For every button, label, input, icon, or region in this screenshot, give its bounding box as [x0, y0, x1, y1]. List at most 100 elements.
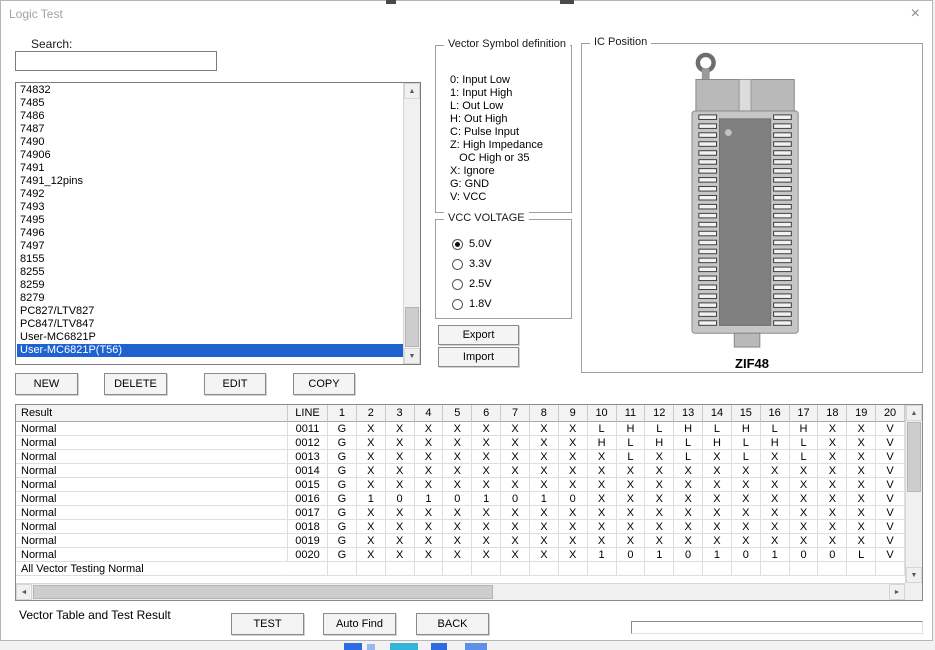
pin-cell[interactable]: X — [386, 464, 415, 478]
pin-cell[interactable]: L — [732, 450, 761, 464]
line-cell[interactable]: 0013 — [288, 450, 328, 464]
pin-cell[interactable]: V — [876, 520, 905, 534]
scroll-down-icon[interactable]: ▼ — [404, 348, 420, 364]
pin-cell[interactable]: X — [443, 478, 472, 492]
pin-cell[interactable]: X — [818, 436, 847, 450]
pin-cell[interactable]: X — [386, 506, 415, 520]
pin-cell[interactable]: V — [876, 436, 905, 450]
pin-cell[interactable]: X — [818, 478, 847, 492]
pin-cell[interactable]: G — [328, 422, 357, 436]
table-hscrollbar[interactable]: ◄ ► — [16, 583, 905, 600]
scroll-thumb[interactable] — [405, 307, 419, 347]
auto-find-button[interactable]: Auto Find — [323, 613, 396, 635]
pin-cell[interactable]: G — [328, 534, 357, 548]
delete-button[interactable]: DELETE — [104, 373, 167, 395]
pin-cell[interactable]: L — [617, 436, 646, 450]
result-cell[interactable]: Normal — [16, 450, 288, 464]
pin-cell[interactable]: X — [732, 478, 761, 492]
pin-cell[interactable]: X — [818, 492, 847, 506]
pin-cell[interactable]: X — [674, 534, 703, 548]
pin-cell[interactable]: G — [328, 478, 357, 492]
pin-cell[interactable]: 0 — [559, 492, 588, 506]
pin-cell[interactable]: X — [674, 520, 703, 534]
pin-cell[interactable]: 1 — [588, 548, 617, 562]
pin-cell[interactable]: X — [501, 534, 530, 548]
pin-cell[interactable]: L — [674, 436, 703, 450]
pin-cell[interactable]: X — [415, 450, 444, 464]
list-item[interactable]: 7495 — [17, 214, 403, 227]
pin-cell[interactable]: X — [472, 520, 501, 534]
result-cell[interactable]: Normal — [16, 506, 288, 520]
pin-cell[interactable]: X — [472, 506, 501, 520]
list-item[interactable]: 74832 — [17, 84, 403, 97]
pin-cell[interactable]: X — [703, 492, 732, 506]
list-item[interactable]: 8279 — [17, 292, 403, 305]
list-item[interactable]: 8259 — [17, 279, 403, 292]
pin-cell[interactable]: X — [415, 478, 444, 492]
list-item[interactable]: 8155 — [17, 253, 403, 266]
line-cell[interactable]: 0020 — [288, 548, 328, 562]
pin-cell[interactable]: X — [501, 506, 530, 520]
close-icon[interactable]: × — [911, 5, 920, 23]
result-cell[interactable]: Normal — [16, 478, 288, 492]
list-item[interactable]: 7496 — [17, 227, 403, 240]
pin-cell[interactable]: X — [617, 520, 646, 534]
pin-cell[interactable]: X — [415, 422, 444, 436]
pin-cell[interactable]: 0 — [818, 548, 847, 562]
pin-cell[interactable]: L — [790, 450, 819, 464]
pin-cell[interactable]: X — [732, 492, 761, 506]
pin-cell[interactable]: X — [530, 450, 559, 464]
pin-cell[interactable]: X — [357, 520, 386, 534]
pin-cell[interactable]: X — [530, 548, 559, 562]
pin-cell[interactable]: X — [472, 436, 501, 450]
pin-cell[interactable]: X — [847, 478, 876, 492]
radio-icon[interactable] — [452, 259, 463, 270]
pin-cell[interactable]: X — [818, 422, 847, 436]
line-cell[interactable]: 0018 — [288, 520, 328, 534]
pin-cell[interactable]: X — [443, 450, 472, 464]
pin-cell[interactable]: X — [645, 464, 674, 478]
pin-cell[interactable]: X — [645, 534, 674, 548]
pin-cell[interactable]: X — [415, 464, 444, 478]
pin-cell[interactable]: H — [761, 436, 790, 450]
pin-cell[interactable]: G — [328, 450, 357, 464]
pin-cell[interactable]: X — [645, 506, 674, 520]
list-item[interactable]: 7491_12pins — [17, 175, 403, 188]
pin-cell[interactable]: X — [588, 478, 617, 492]
pin-cell[interactable]: X — [501, 478, 530, 492]
pin-cell[interactable]: X — [818, 506, 847, 520]
scroll-thumb[interactable] — [907, 422, 921, 492]
pin-cell[interactable]: X — [501, 520, 530, 534]
list-item[interactable]: 7491 — [17, 162, 403, 175]
pin-cell[interactable]: H — [588, 436, 617, 450]
import-button[interactable]: Import — [438, 347, 519, 367]
list-item[interactable]: 7497 — [17, 240, 403, 253]
pin-cell[interactable]: X — [472, 422, 501, 436]
pin-cell[interactable]: X — [818, 534, 847, 548]
list-item[interactable]: 7487 — [17, 123, 403, 136]
pin-cell[interactable]: X — [703, 450, 732, 464]
pin-cell[interactable]: 1 — [530, 492, 559, 506]
pin-cell[interactable]: V — [876, 478, 905, 492]
result-cell[interactable]: Normal — [16, 436, 288, 450]
scroll-left-icon[interactable]: ◄ — [16, 584, 32, 600]
pin-cell[interactable]: X — [588, 506, 617, 520]
pin-cell[interactable]: X — [847, 506, 876, 520]
ic-listbox[interactable]: 7483274857486748774907490674917491_12pin… — [15, 82, 421, 365]
pin-cell[interactable]: 1 — [703, 548, 732, 562]
pin-cell[interactable]: X — [386, 520, 415, 534]
pin-cell[interactable]: X — [357, 534, 386, 548]
scroll-down-icon[interactable]: ▼ — [906, 567, 922, 583]
pin-cell[interactable]: 0 — [617, 548, 646, 562]
pin-cell[interactable]: 0 — [790, 548, 819, 562]
pin-cell[interactable]: 0 — [674, 548, 703, 562]
line-cell[interactable]: 0012 — [288, 436, 328, 450]
pin-cell[interactable]: X — [790, 464, 819, 478]
pin-cell[interactable]: X — [415, 534, 444, 548]
pin-cell[interactable]: X — [732, 506, 761, 520]
pin-cell[interactable]: L — [790, 436, 819, 450]
pin-cell[interactable]: H — [703, 436, 732, 450]
result-cell[interactable]: Normal — [16, 520, 288, 534]
edit-button[interactable]: EDIT — [204, 373, 266, 395]
pin-cell[interactable]: V — [876, 534, 905, 548]
